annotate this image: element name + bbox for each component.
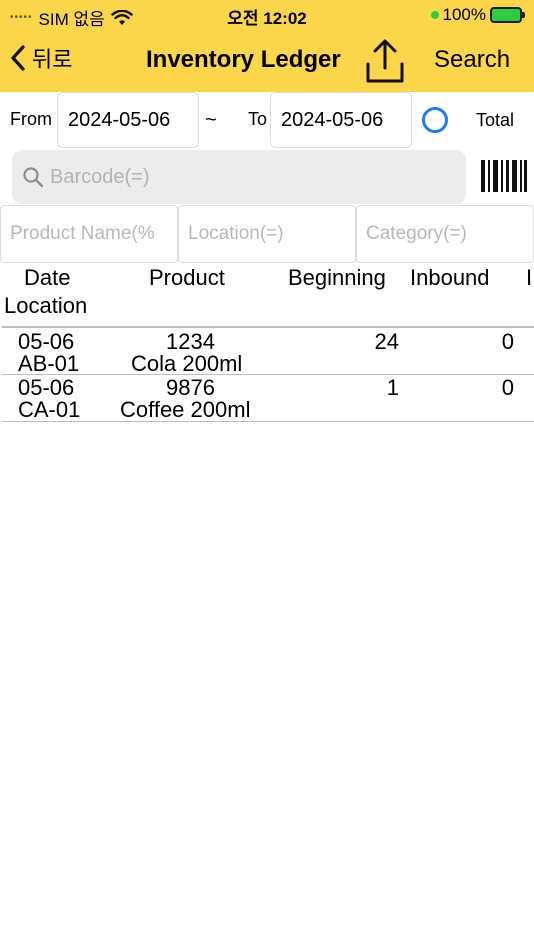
status-bar: ••••• SIM 없음 오전 12:02 100% <box>0 0 534 30</box>
location-input[interactable] <box>179 206 355 262</box>
header-inbound: Inbound <box>410 265 490 290</box>
barcode-row <box>0 148 534 204</box>
header-date: Date <box>24 265 71 290</box>
search-icon <box>23 167 44 188</box>
header-location: Location <box>4 293 88 318</box>
green-dot-icon <box>430 11 439 19</box>
battery-percent: 100% <box>442 5 486 24</box>
back-button[interactable]: 뒤로 <box>10 42 72 74</box>
navigation-bar: 뒤로 Inventory Ledger Search <box>0 34 534 88</box>
battery-charging-icon <box>490 7 525 23</box>
row-beginning: 1 <box>386 375 399 400</box>
header-divider <box>2 326 534 328</box>
row-beginning: 24 <box>374 329 399 354</box>
from-date-field[interactable]: 2024-05-06 <box>57 92 199 148</box>
row-location: CA-01 <box>18 397 81 422</box>
header-beginning: Beginning <box>288 265 386 290</box>
row-divider <box>2 421 534 422</box>
row-inbound: 0 <box>501 329 514 354</box>
filter-row <box>0 205 534 263</box>
header-overflow: I <box>526 265 533 290</box>
barcode-scan-icon[interactable] <box>480 160 528 192</box>
row-inbound: 0 <box>501 375 514 400</box>
chevron-left-icon <box>11 45 25 71</box>
table-row[interactable]: 05-06 CA-01 9876 Coffee 200ml 1 0 <box>0 375 534 422</box>
to-label: To <box>248 109 268 129</box>
status-right: 100% <box>430 5 525 25</box>
category-input[interactable] <box>357 206 533 262</box>
product-name-input[interactable] <box>1 206 177 262</box>
page-title: Inventory Ledger <box>146 46 341 73</box>
product-name-filter[interactable] <box>0 205 178 263</box>
search-button[interactable]: Search <box>434 46 510 74</box>
table-row[interactable]: 05-06 AB-01 1234 Cola 200ml 24 0 <box>0 329 534 376</box>
table-header: Date Location Product Beginning Inbound … <box>0 263 534 327</box>
date-separator: ~ <box>205 109 217 131</box>
share-icon[interactable] <box>364 38 406 84</box>
back-label: 뒤로 <box>32 47 73 72</box>
header-product: Product <box>149 265 225 290</box>
from-label: From <box>10 109 52 129</box>
row-product-name: Coffee 200ml <box>120 397 251 422</box>
location-filter[interactable] <box>178 205 356 263</box>
top-bar: ••••• SIM 없음 오전 12:02 100% 뒤로 Inventory … <box>0 0 534 92</box>
barcode-input[interactable] <box>50 158 450 196</box>
date-range-row: From 2024-05-06 ~ To 2024-05-06 Total <box>0 92 534 148</box>
total-radio[interactable] <box>422 107 448 133</box>
to-date-field[interactable]: 2024-05-06 <box>270 92 412 148</box>
total-label: Total <box>476 110 515 130</box>
category-filter[interactable] <box>356 205 534 263</box>
barcode-search-field[interactable] <box>12 150 466 204</box>
